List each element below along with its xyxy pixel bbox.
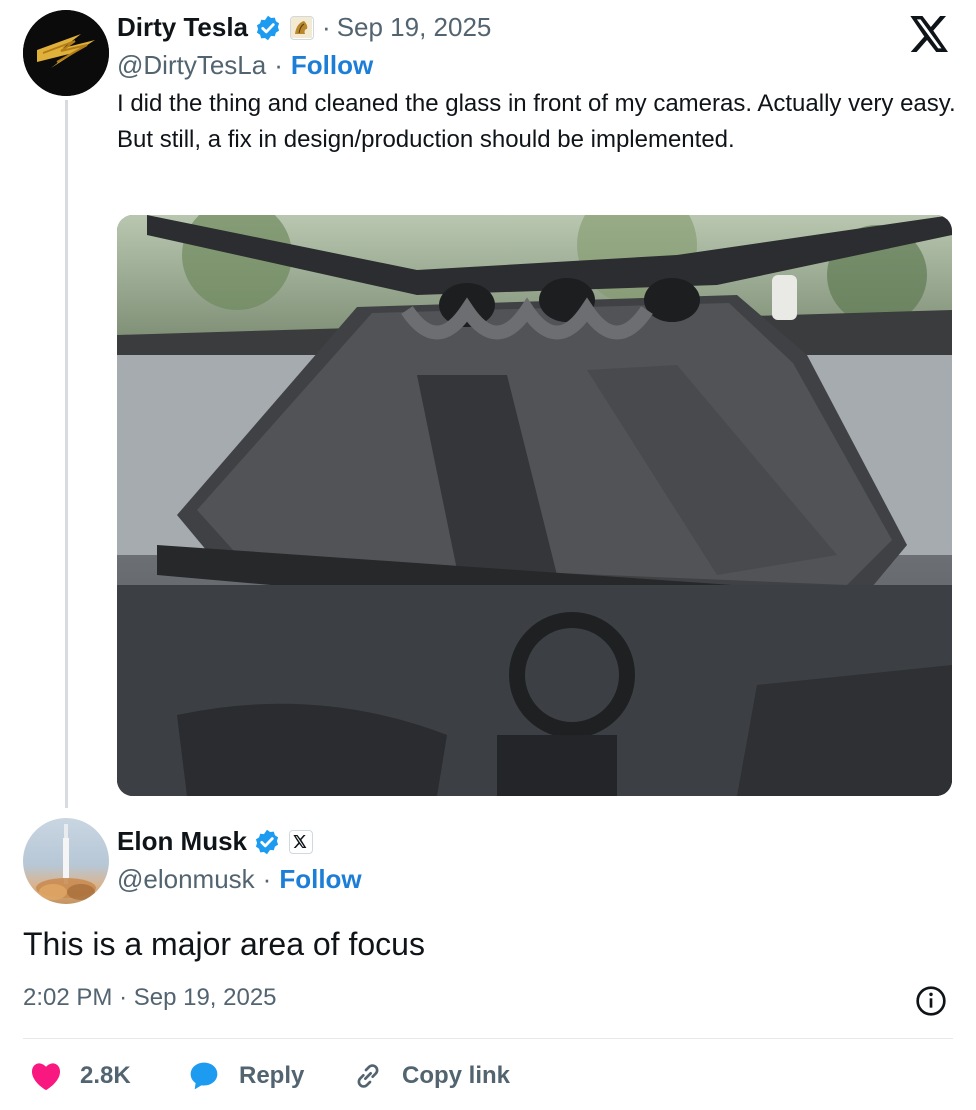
separator-dot: · bbox=[262, 864, 272, 894]
reply-author-row: Elon Musk bbox=[117, 826, 314, 857]
affiliation-badge-icon[interactable] bbox=[290, 15, 315, 40]
rocket-launch-avatar-icon bbox=[36, 824, 96, 900]
post-photo[interactable] bbox=[117, 215, 952, 796]
quoted-author-row: Dirty Tesla · Sep 19, 2025 bbox=[117, 12, 491, 43]
link-icon bbox=[357, 1064, 379, 1088]
reply-author-name[interactable]: Elon Musk bbox=[117, 826, 247, 857]
copy-link-button[interactable]: Copy link bbox=[352, 1056, 510, 1096]
post-date[interactable]: Sep 19, 2025 bbox=[134, 984, 277, 1011]
x-affiliation-badge-icon[interactable] bbox=[289, 829, 314, 854]
dirtytesla-avatar[interactable] bbox=[23, 10, 109, 96]
quoted-handle[interactable]: @DirtyTesLa bbox=[117, 50, 266, 81]
reply-post-text: This is a major area of focus bbox=[23, 926, 425, 962]
separator-dot: · bbox=[119, 984, 128, 1011]
verified-badge-icon bbox=[256, 15, 280, 40]
quoted-date[interactable]: Sep 19, 2025 bbox=[337, 12, 492, 43]
divider bbox=[23, 1038, 953, 1039]
post-time[interactable]: 2:02 PM bbox=[23, 984, 112, 1011]
elonmusk-avatar[interactable] bbox=[23, 818, 109, 904]
reply-handle-row: @elonmusk · Follow bbox=[117, 864, 362, 895]
verified-badge-icon bbox=[255, 829, 279, 854]
heart-icon bbox=[31, 1063, 61, 1091]
reply-button[interactable]: Reply bbox=[187, 1056, 304, 1096]
follow-dirtytesla-link[interactable]: Follow bbox=[291, 50, 373, 81]
lightning-logo-icon bbox=[23, 10, 109, 96]
copy-link-label: Copy link bbox=[402, 1062, 511, 1089]
post-timestamp[interactable]: 2:02 PM · Sep 19, 2025 bbox=[23, 984, 277, 1012]
like-count: 2.8K bbox=[80, 1062, 131, 1089]
x-logo-icon[interactable] bbox=[910, 16, 950, 52]
quoted-post-text: I did the thing and cleaned the glass in… bbox=[117, 90, 956, 153]
thread-line bbox=[65, 100, 68, 808]
car-camera-housing-photo bbox=[117, 215, 952, 796]
quoted-author-name[interactable]: Dirty Tesla bbox=[117, 12, 248, 43]
separator-dot: · bbox=[322, 12, 331, 42]
like-button[interactable]: 2.8K bbox=[30, 1056, 131, 1096]
reply-handle[interactable]: @elonmusk bbox=[117, 864, 255, 895]
reply-label: Reply bbox=[239, 1062, 305, 1089]
reply-bubble-icon bbox=[190, 1062, 218, 1090]
separator-dot: · bbox=[274, 50, 283, 80]
follow-elonmusk-link[interactable]: Follow bbox=[279, 864, 361, 895]
info-icon[interactable] bbox=[915, 985, 947, 1017]
quoted-handle-row: @DirtyTesLa · Follow bbox=[117, 50, 373, 81]
